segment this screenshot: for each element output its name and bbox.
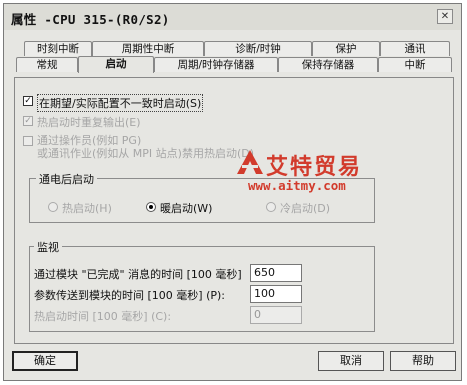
hot-restart-output-label: 热启动时重复输出(E) bbox=[37, 116, 141, 129]
warm-restart-radio-label: 暖启动(W) bbox=[160, 202, 213, 215]
window-title: 属性 -CPU 315-(R0/S2) bbox=[11, 12, 170, 27]
cold-restart-radio[interactable] bbox=[266, 202, 276, 212]
tab-general[interactable]: 常规 bbox=[16, 57, 78, 72]
title-bar[interactable]: 属性 -CPU 315-(R0/S2) ✕ bbox=[4, 4, 461, 30]
properties-dialog: 属性 -CPU 315-(R0/S2) ✕ 时刻中断 周期性中断 诊断/时钟 保… bbox=[3, 3, 462, 381]
tab-communication[interactable]: 通讯 bbox=[380, 41, 450, 56]
warm-restart-radio[interactable] bbox=[146, 202, 156, 212]
startup-mismatch-checkbox[interactable]: ✓ bbox=[23, 96, 33, 106]
tab-cycle-clock-memory[interactable]: 周期/时钟存储器 bbox=[154, 57, 278, 72]
watermark-url: www.aitmy.com bbox=[248, 178, 346, 193]
tab-diagnostics-clock[interactable]: 诊断/时钟 bbox=[204, 41, 312, 56]
ready-message-time-label: 通过模块 "已完成" 消息的时间 [100 毫秒] bbox=[34, 268, 242, 281]
tab-startup[interactable]: 启动 bbox=[78, 56, 154, 73]
help-button[interactable]: 帮助 bbox=[390, 351, 456, 371]
cancel-button[interactable]: 取消 bbox=[318, 351, 384, 371]
monitoring-group: 监视 通过模块 "已完成" 消息的时间 [100 毫秒] 650 参数传送到模块… bbox=[29, 239, 375, 332]
tab-cyclic-interrupts[interactable]: 周期性中断 bbox=[92, 41, 204, 56]
tab-protection[interactable]: 保护 bbox=[312, 41, 380, 56]
disable-hot-restart-checkbox[interactable] bbox=[23, 136, 33, 146]
ready-message-time-input[interactable]: 650 bbox=[250, 264, 302, 282]
hot-restart-radio-label: 热启动(H) bbox=[62, 202, 112, 215]
hot-restart-output-checkbox[interactable]: ✓ bbox=[23, 116, 33, 126]
param-transfer-time-input[interactable]: 100 bbox=[250, 285, 302, 303]
hot-restart-time-input[interactable]: 0 bbox=[250, 306, 302, 324]
cold-restart-radio-label: 冷启动(D) bbox=[280, 202, 331, 215]
startup-mismatch-label: 在期望/实际配置不一致时启动(S) bbox=[37, 94, 204, 112]
ok-button[interactable]: 确定 bbox=[12, 351, 78, 371]
disable-hot-restart-label: 通过操作员(例如 PG) 或通讯作业(例如从 MPI 站点)禁用热启动(D) bbox=[37, 134, 254, 160]
param-transfer-time-label: 参数传送到模块的时间 [100 毫秒] (P): bbox=[34, 289, 225, 302]
tab-time-of-day-interrupts[interactable]: 时刻中断 bbox=[24, 41, 92, 56]
close-button[interactable]: ✕ bbox=[437, 9, 453, 24]
watermark-brand: 艾特贸易 bbox=[266, 155, 363, 180]
hot-restart-radio[interactable] bbox=[48, 202, 58, 212]
brand-logo-icon bbox=[237, 150, 263, 174]
power-on-group-title: 通电后启动 bbox=[36, 171, 97, 187]
tab-interrupts[interactable]: 中断 bbox=[378, 57, 452, 72]
monitoring-group-title: 监视 bbox=[34, 239, 62, 255]
startup-panel: ✓ 在期望/实际配置不一致时启动(S) ✓ 热启动时重复输出(E) 通过操作员(… bbox=[14, 77, 454, 344]
hot-restart-time-label: 热启动时间 [100 毫秒] (C): bbox=[34, 310, 172, 323]
tab-retentive-memory[interactable]: 保持存储器 bbox=[278, 57, 378, 72]
